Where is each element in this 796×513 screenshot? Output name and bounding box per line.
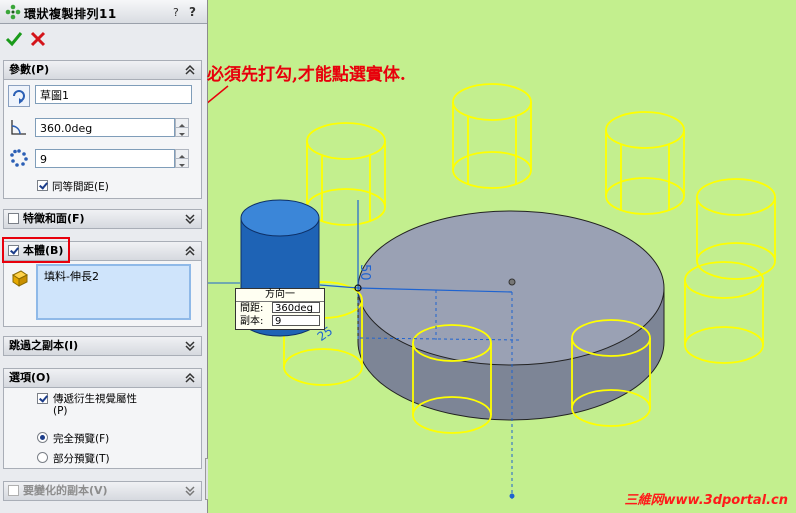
angle-icon: [11, 120, 26, 135]
params-group: 參數(P) 草圖1 360.0deg 9 同等間距(E): [3, 60, 202, 199]
base-disk[interactable]: [357, 210, 665, 421]
highlight-line: [70, 237, 72, 238]
options-header[interactable]: 選項(O): [4, 369, 201, 388]
instances-icon: [10, 149, 28, 167]
callout-spacing-label: 間距:: [240, 303, 264, 314]
full-preview-label: 完全預覽(F): [53, 433, 110, 445]
circular-pattern-icon: [5, 4, 21, 20]
vary-instances-checkbox[interactable]: [8, 485, 19, 496]
check-icon[interactable]: [4, 29, 24, 49]
callout-copies-label: 副本:: [240, 316, 264, 327]
callout-copies-row: 副本: 9: [236, 315, 324, 328]
callout-title: 方向一: [236, 289, 324, 302]
params-header-label: 參數(P): [9, 63, 50, 76]
preview-cylinder: [452, 83, 532, 189]
partial-preview-label: 部分預覽(T): [53, 453, 110, 465]
skip-instances-header[interactable]: 跳過之副本(I): [4, 337, 201, 355]
count-stepper[interactable]: [175, 149, 189, 168]
skip-instances-label: 跳過之副本(I): [9, 339, 79, 352]
annotation-arrow: [208, 85, 229, 104]
bodies-selection-list[interactable]: 填料-伸長2: [36, 264, 191, 320]
direction-callout: 方向一 間距: 360deg 副本: 9: [235, 288, 325, 330]
watermark: 三維网www.3dportal.cn: [624, 493, 788, 508]
propagate-visual-label: 傳遞衍生視覺屬性: [53, 393, 137, 405]
angle-stepper[interactable]: [175, 118, 189, 137]
svg-text:?: ?: [189, 5, 196, 19]
callout-copies-input[interactable]: 9: [272, 315, 320, 327]
dim-label-50[interactable]: 50: [357, 264, 372, 281]
axis-field[interactable]: 草圖1: [35, 85, 192, 104]
preview-cylinder: [605, 111, 685, 215]
features-faces-label: 特徵和面(F): [23, 212, 85, 225]
propagate-visual-label-shortcut: (P): [53, 405, 68, 417]
solid-body-icon: [12, 270, 28, 287]
angle-field[interactable]: 360.0deg: [35, 118, 175, 137]
help-icon[interactable]: ? ?: [171, 4, 201, 19]
arrow-down-icon: [179, 164, 185, 167]
chevron-down-icon[interactable]: [183, 484, 197, 498]
features-faces-group: 特徵和面(F): [3, 209, 202, 229]
highlight-box: [2, 237, 70, 263]
equal-spacing-label: 同等間距(E): [52, 181, 109, 193]
options-label: 選項(O): [9, 371, 51, 384]
chevron-up-icon[interactable]: [183, 244, 197, 258]
chevron-down-icon[interactable]: [183, 212, 197, 226]
vary-instances-label: 要變化的副本(V): [23, 484, 108, 497]
instruction-annotation: 必須先打勾,才能點選實体.: [207, 65, 406, 85]
params-header[interactable]: 參數(P): [4, 61, 201, 80]
propagate-visual-checkbox[interactable]: [37, 393, 48, 404]
features-faces-header[interactable]: 特徵和面(F): [4, 210, 201, 228]
features-faces-checkbox[interactable]: [8, 213, 19, 224]
equal-spacing-checkbox[interactable]: [37, 180, 48, 191]
rotation-axis-icon[interactable]: [8, 85, 30, 107]
selected-body-item[interactable]: 填料-伸長2: [44, 268, 99, 284]
chevron-up-icon[interactable]: [183, 371, 197, 385]
ok-cancel-row: [0, 26, 207, 52]
skip-instances-group: 跳過之副本(I): [3, 336, 202, 356]
chevron-up-icon[interactable]: [183, 63, 197, 77]
panel-titlebar: 環狀複製排列11 ? ?: [0, 0, 207, 24]
panel-title: 環狀複製排列11: [24, 7, 117, 21]
callout-spacing-row: 間距: 360deg: [236, 302, 324, 315]
partial-preview-radio[interactable]: [37, 452, 48, 463]
axis-endpoint: [509, 493, 515, 499]
chevron-down-icon[interactable]: [183, 339, 197, 353]
vary-instances-group: 要變化的副本(V): [3, 481, 202, 501]
full-preview-radio[interactable]: [37, 432, 48, 443]
preview-cylinder: [306, 122, 386, 226]
svg-text:?: ?: [173, 6, 179, 19]
callout-spacing-input[interactable]: 360deg: [272, 302, 320, 314]
x-icon[interactable]: [28, 29, 48, 49]
options-group: 選項(O) 傳遞衍生視覺屬性 (P) 完全預覽(F) 部分預覽(T): [3, 368, 202, 469]
count-field[interactable]: 9: [35, 149, 175, 168]
axis-center-marker: [508, 278, 516, 286]
vary-instances-header[interactable]: 要變化的副本(V): [4, 482, 201, 500]
arrow-down-icon: [179, 133, 185, 136]
